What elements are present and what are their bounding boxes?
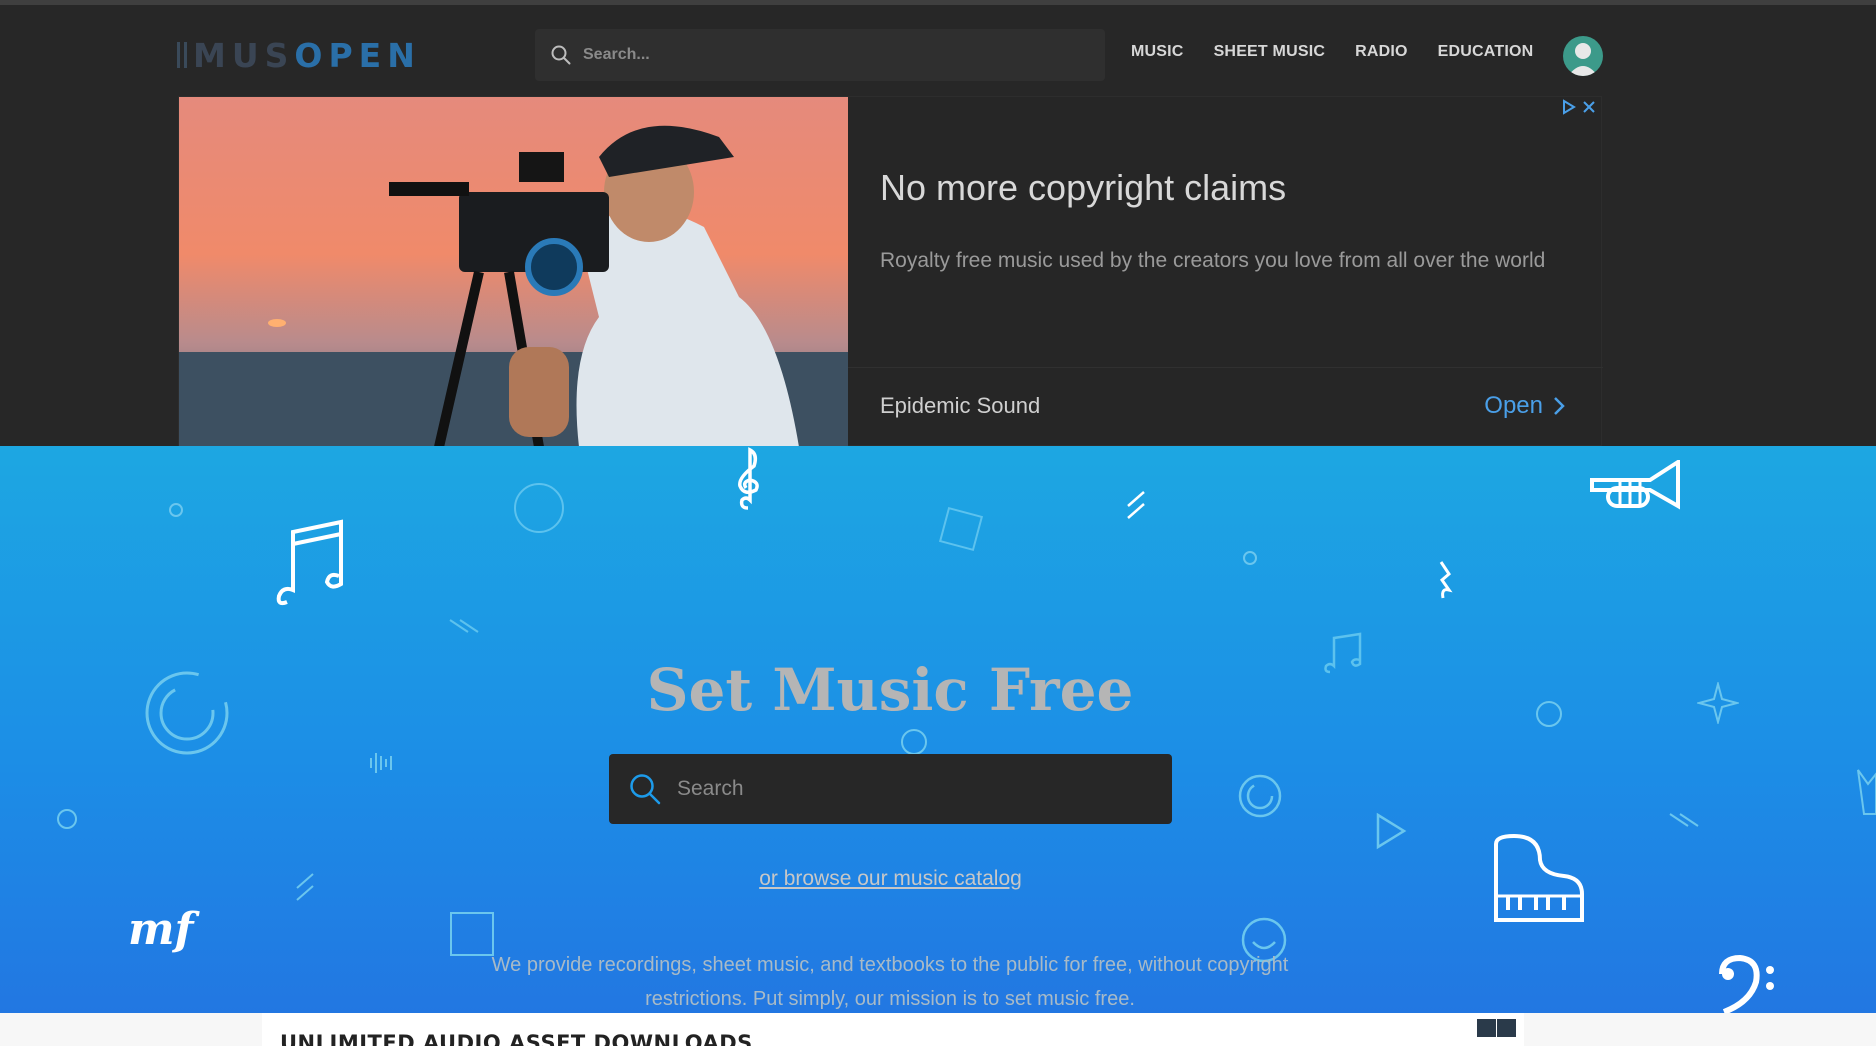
close-icon[interactable] [1581, 99, 1597, 115]
hero-search-input[interactable] [677, 777, 1157, 801]
adchoices-icon[interactable] [1477, 1019, 1496, 1037]
svg-text:mf: mf [128, 904, 201, 955]
ad-title[interactable]: No more copyright claims [880, 167, 1286, 209]
treble-clef-icon [738, 447, 759, 510]
musopen-logo[interactable]: MUS OPEN [177, 35, 421, 75]
circle-outline-icon [901, 729, 927, 755]
spiral-icon [1238, 774, 1282, 818]
logo-text-open: OPEN [294, 35, 421, 75]
ad-choices[interactable] [1561, 99, 1597, 115]
bass-clef-icon [1719, 954, 1774, 1013]
ad-photo [179, 97, 848, 447]
small-circle-icon [1243, 551, 1257, 565]
close-icon[interactable] [1497, 1019, 1516, 1037]
bottom-ad-bar[interactable]: UNLIMITED AUDIO ASSET DOWNLOADS [0, 1013, 1876, 1046]
ad-open-button[interactable]: Open [1484, 392, 1565, 420]
search-icon [551, 45, 571, 65]
bottom-ad-headline[interactable]: UNLIMITED AUDIO ASSET DOWNLOADS [280, 1031, 753, 1046]
advertisement-banner[interactable]: No more copyright claims Royalty free mu… [178, 96, 1603, 447]
nav-sheet-music[interactable]: SHEET MUSIC [1214, 43, 1326, 61]
hero-search[interactable] [609, 754, 1172, 824]
chevron-right-icon [1554, 397, 1565, 415]
ad-brand[interactable]: Epidemic Sound [880, 393, 1040, 419]
ad-footer: Epidemic Sound Open [848, 367, 1603, 447]
play-triangle-icon [1376, 812, 1407, 850]
site-header: MUS OPEN MUSIC SHEET MUSIC RADIO EDUCATI… [0, 5, 1876, 95]
eighth-notes-icon [276, 519, 343, 606]
mezzo-forte-icon: mf [128, 904, 201, 955]
ad-description: Royalty free music used by the creators … [880, 249, 1546, 272]
user-icon [1568, 43, 1598, 76]
trumpet-icon [1590, 460, 1680, 510]
logo-bars-icon [177, 42, 187, 68]
rest-icon [1439, 561, 1453, 599]
mission-statement: We provide recordings, sheet music, and … [491, 954, 1289, 1010]
bottom-ad-content[interactable]: UNLIMITED AUDIO ASSET DOWNLOADS [262, 1013, 1524, 1046]
double-slash-icon [449, 619, 479, 633]
square-outline-icon [938, 506, 984, 552]
ad-open-label: Open [1484, 392, 1543, 419]
adchoices-icon[interactable] [1561, 99, 1577, 115]
small-circle-icon [169, 503, 183, 517]
browse-catalog-link[interactable]: or browse our music catalog [759, 867, 1022, 890]
crown-icon [1857, 769, 1876, 815]
nav-education[interactable]: EDUCATION [1438, 43, 1534, 61]
double-slash-icon [1669, 813, 1699, 827]
main-nav: MUSIC SHEET MUSIC RADIO EDUCATION [1131, 43, 1563, 61]
slash-icon [1127, 491, 1145, 519]
search-icon [630, 774, 661, 805]
header-search[interactable] [535, 29, 1105, 81]
user-avatar[interactable] [1563, 36, 1603, 76]
hero-section: mf Set Music Free or browse our music ca… [0, 446, 1876, 1013]
nav-radio[interactable]: RADIO [1355, 43, 1408, 61]
header-search-input[interactable] [583, 46, 1063, 64]
waveform-icon [370, 753, 392, 773]
nav-music[interactable]: MUSIC [1131, 43, 1184, 61]
logo-text-mus: MUS [193, 35, 295, 75]
circle-outline-icon [514, 483, 564, 533]
hero-title: Set Music Free [646, 656, 1134, 724]
small-circle-icon [57, 809, 77, 829]
bottom-ad-controls[interactable] [1477, 1019, 1517, 1037]
browse-catalog: or browse our music catalog [0, 867, 1781, 891]
